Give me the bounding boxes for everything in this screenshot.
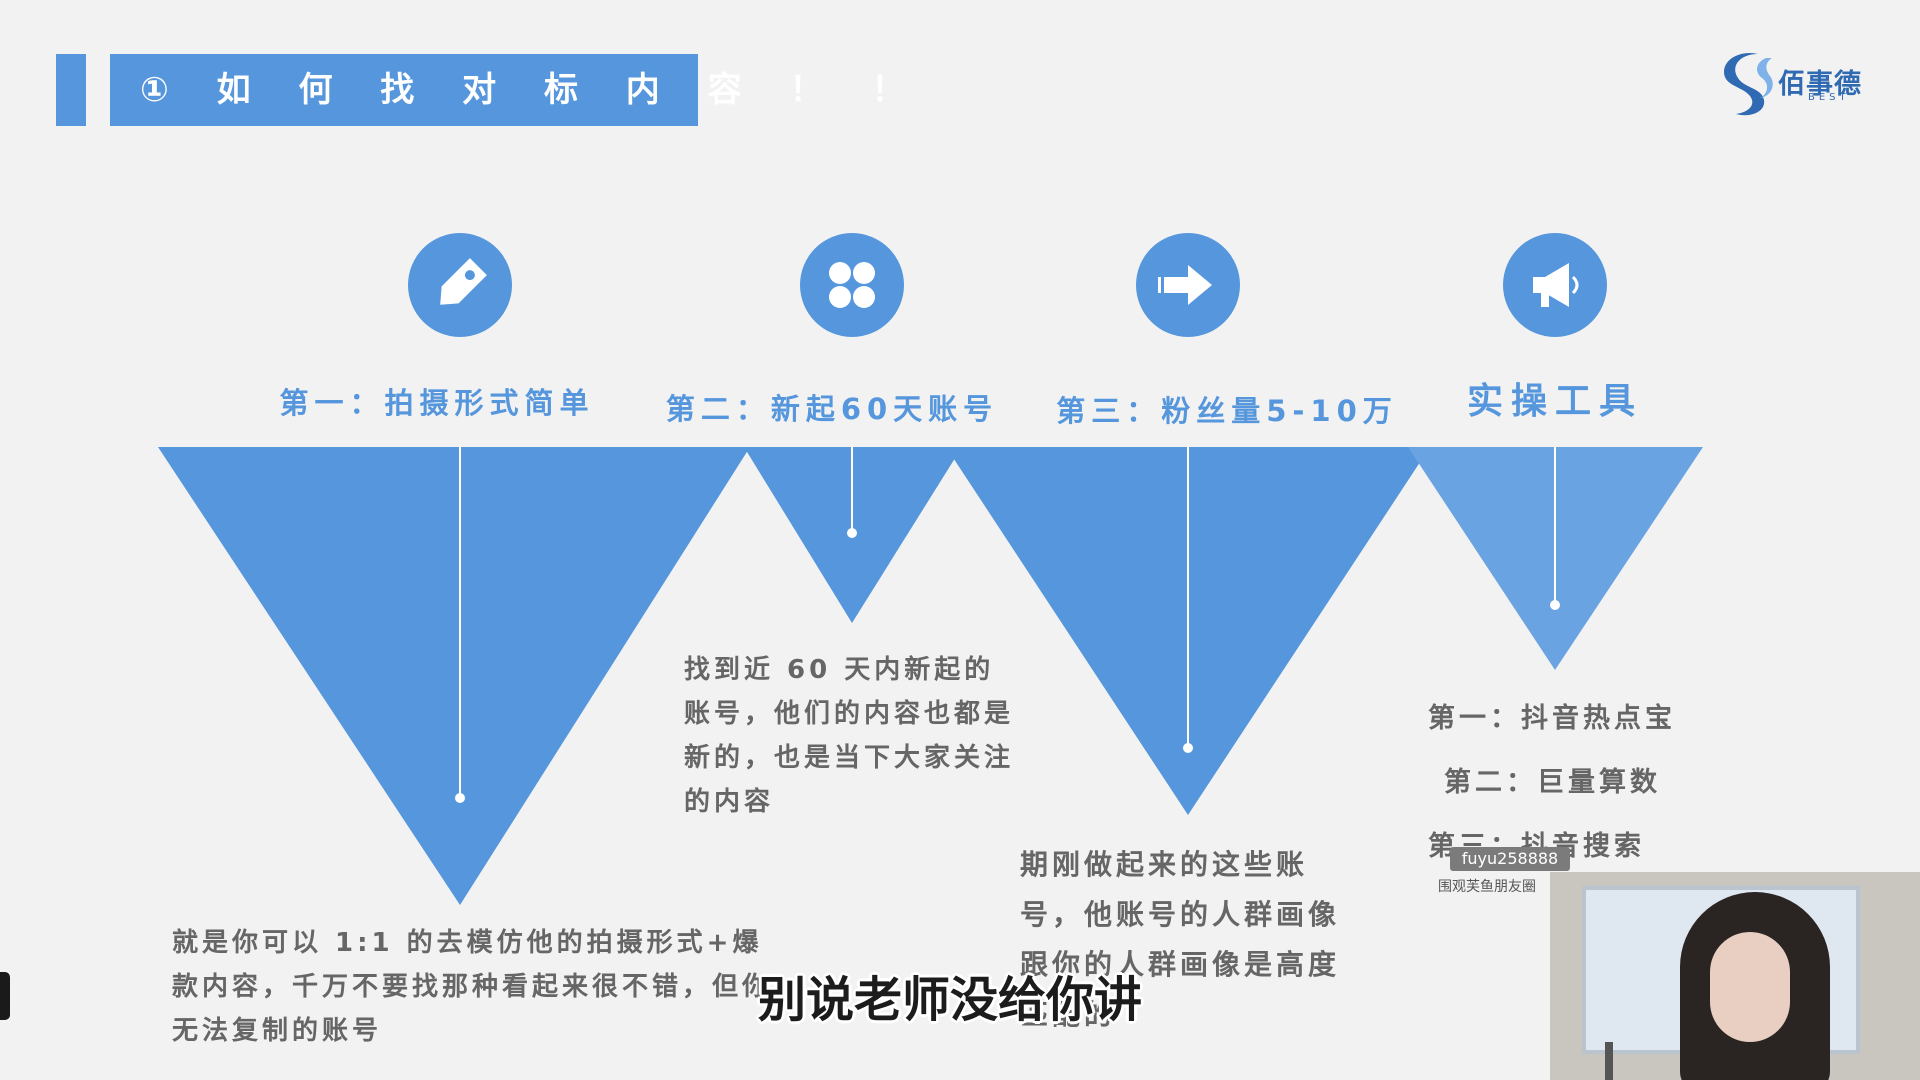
connector-dot-3 [1183,743,1193,753]
webcam-stand-left [1605,1042,1613,1080]
heading-4: 实操工具 [1466,381,1643,422]
tool-item-2: 第二：巨量算数 [1444,767,1661,798]
description-1: 就是你可以 1:1 的去模仿他的拍摄形式+爆款内容，千万不要找那种看起来很不错，… [172,928,773,1046]
heading-2: 第二：新起60天账号 [665,392,999,426]
megaphone-icon [1503,233,1607,337]
watermark-badge: fuyu258888 [1450,847,1570,871]
connector-dot-1 [455,793,465,803]
grid-icon [800,233,904,337]
webcam-video [1550,872,1920,1080]
heading-3: 第三：粉丝量5-10万 [1056,394,1398,428]
arrow-right-icon [1136,233,1240,337]
triangle-1 [158,447,750,905]
video-subtitle: 别说老师没给你讲 [758,972,1143,1028]
heading-1: 第一：拍摄形式简单 [279,386,595,420]
tag-icon [408,233,512,337]
tool-item-1: 第一：抖音热点宝 [1428,703,1676,734]
connector-dot-4 [1550,600,1560,610]
webcam-person-face [1710,932,1790,1042]
side-handle[interactable] [0,972,10,1020]
connector-dot-2 [847,528,857,538]
description-2: 找到近 60 天内新起的账号，他们的内容也都是新的，也是当下大家关注的内容 [684,655,1015,817]
watermark-caption: 围观芙鱼朋友圈 [1438,879,1536,895]
